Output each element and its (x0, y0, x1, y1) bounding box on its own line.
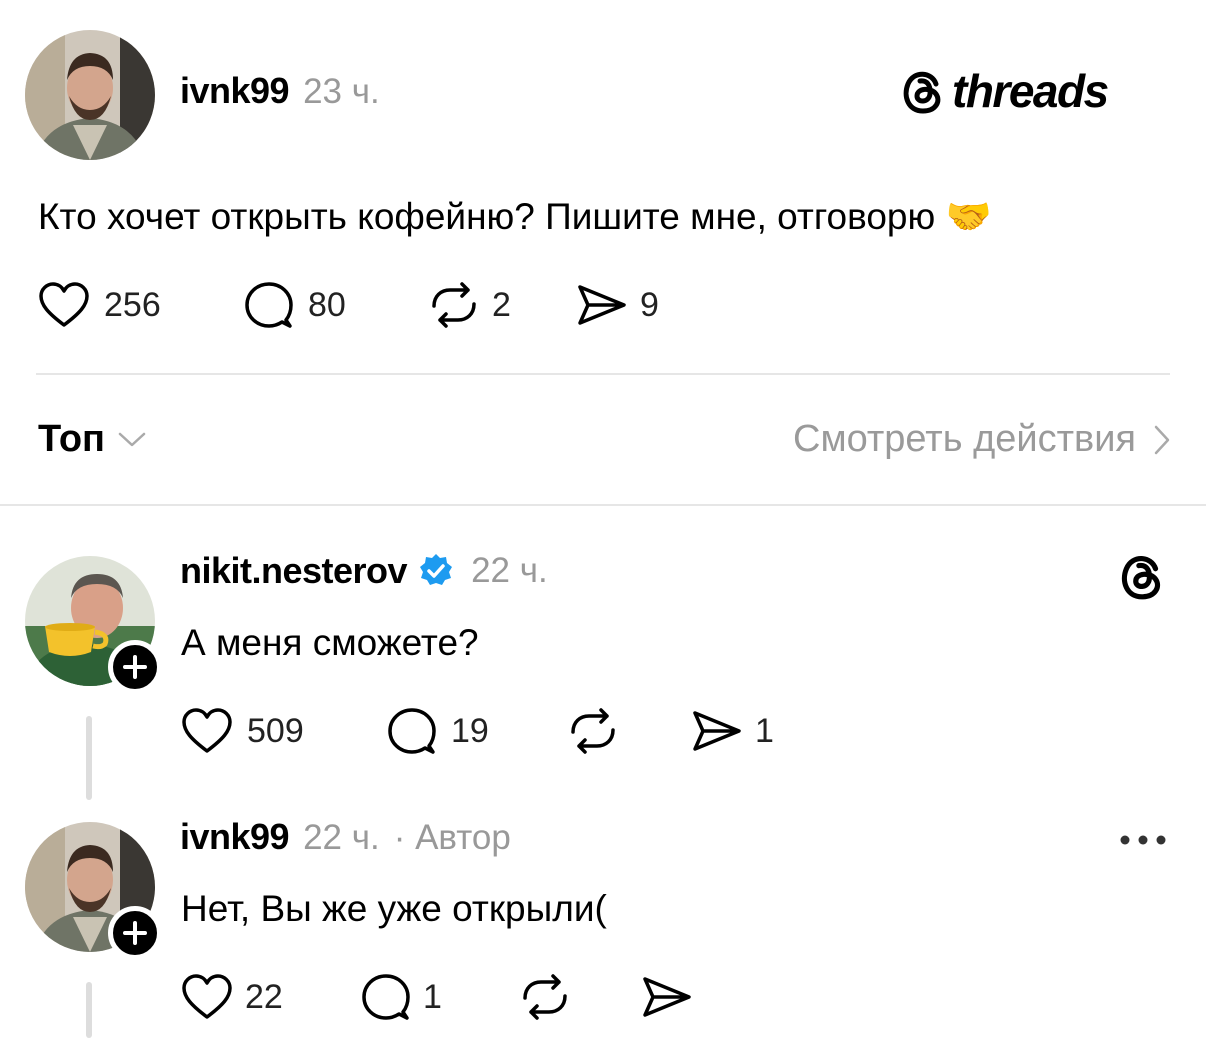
send-icon (693, 711, 741, 751)
follow-button[interactable] (108, 906, 162, 960)
post-actions: 256 80 2 9 (38, 278, 659, 332)
post-text: Кто хочет открыть кофейню? Пишите мне, о… (38, 196, 992, 237)
threads-icon (903, 71, 941, 114)
share-button[interactable]: 9 (576, 281, 659, 329)
share-count: 1 (755, 711, 774, 750)
comment-button[interactable]: 19 (387, 706, 565, 756)
reply-username[interactable]: nikit.nesterov (180, 550, 408, 592)
reply-time: 22 ч. (303, 818, 380, 857)
author-tag: · Автор (393, 818, 511, 857)
heart-icon (182, 974, 232, 1019)
chevron-down-icon (118, 432, 146, 446)
reply-text: Нет, Вы же уже открыли( (181, 888, 607, 929)
comment-icon (245, 282, 293, 328)
sort-label: Топ (38, 418, 105, 460)
reply-header: nikit.nesterov 22 ч. (180, 550, 548, 592)
post-author-avatar[interactable] (25, 30, 155, 160)
view-activity-link[interactable]: Смотреть действия (793, 418, 1172, 461)
view-activity-label: Смотреть действия (793, 418, 1136, 460)
repost-button[interactable] (565, 706, 691, 756)
like-button[interactable]: 22 (181, 973, 361, 1021)
share-button[interactable]: 1 (691, 707, 774, 755)
threads-icon[interactable] (1118, 550, 1166, 602)
like-button[interactable]: 256 (38, 281, 244, 329)
comment-count: 19 (451, 711, 489, 750)
comment-button[interactable]: 80 (244, 280, 426, 330)
verified-badge-icon (420, 554, 453, 585)
post-divider (36, 373, 1170, 375)
thread-connector (86, 982, 92, 1038)
repost-icon (432, 282, 476, 328)
threads-logo: threads (900, 64, 1109, 118)
like-count: 256 (104, 285, 161, 324)
thread-connector (86, 716, 92, 800)
repost-count: 2 (492, 285, 511, 324)
reply-actions: 22 1 (181, 970, 693, 1024)
repost-button[interactable]: 2 (426, 280, 576, 330)
comment-count: 80 (308, 285, 346, 324)
plus-icon (123, 655, 147, 679)
reply-actions: 509 19 1 (181, 704, 774, 758)
follow-button[interactable] (108, 640, 162, 694)
threads-wordmark: threads (952, 65, 1109, 117)
comment-button[interactable]: 1 (361, 972, 517, 1022)
reply-text: А меня сможете? (181, 622, 479, 663)
comment-icon (388, 708, 436, 754)
share-button[interactable] (641, 973, 693, 1021)
repost-icon (571, 708, 615, 754)
comment-count: 1 (423, 977, 442, 1016)
chevron-right-icon (1154, 425, 1170, 454)
sort-dropdown[interactable]: Топ (38, 418, 147, 461)
heart-icon (182, 708, 232, 753)
post-username[interactable]: ivnk99 (180, 70, 290, 112)
comment-icon (362, 974, 410, 1020)
like-count: 509 (247, 711, 304, 750)
reply-time: 22 ч. (471, 551, 548, 590)
send-icon (643, 977, 691, 1017)
repost-icon (523, 974, 567, 1020)
reply-header: ivnk99 22 ч. · Автор (180, 816, 511, 858)
post-header: ivnk99 23 ч. (180, 70, 380, 112)
reply-username[interactable]: ivnk99 (180, 816, 290, 858)
heart-icon (39, 282, 89, 327)
send-icon (578, 285, 626, 325)
share-count: 9 (640, 285, 659, 324)
sort-divider (0, 504, 1206, 506)
plus-icon (123, 921, 147, 945)
post-time: 23 ч. (303, 72, 380, 111)
repost-button[interactable] (517, 972, 641, 1022)
like-button[interactable]: 509 (181, 707, 387, 755)
more-options-icon[interactable] (1118, 832, 1168, 848)
like-count: 22 (245, 977, 283, 1016)
